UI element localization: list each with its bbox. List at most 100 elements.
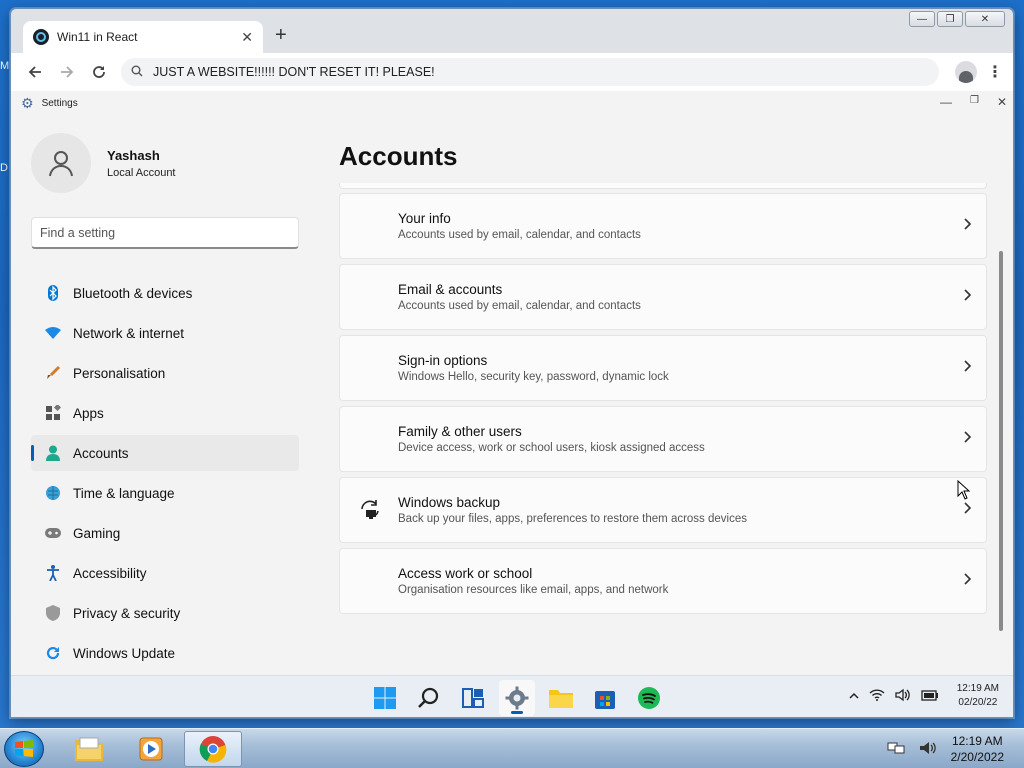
browser-tab[interactable]: Win11 in React ✕ (23, 21, 263, 53)
reload-icon (93, 66, 105, 78)
win7-start-button[interactable] (4, 731, 44, 767)
shield-icon (45, 605, 61, 621)
forward-button[interactable] (51, 58, 83, 86)
address-bar[interactable]: JUST A WEBSITE!!!!!! DON'T RESET IT! PLE… (121, 58, 939, 86)
volume-icon[interactable] (919, 740, 937, 759)
tab-favicon-icon (33, 29, 49, 45)
maximize-button[interactable]: ❐ (937, 11, 963, 27)
nav-item-label: Time & language (73, 485, 175, 501)
store-icon (595, 691, 615, 709)
wifi-icon (45, 325, 61, 341)
mouse-cursor-icon (957, 480, 971, 500)
settings-maximize-button[interactable]: ❐ (970, 95, 979, 109)
card-windows-backup[interactable]: Windows backup Back up your files, apps,… (339, 477, 987, 543)
blank-icon (356, 567, 384, 595)
nav-item-label: Network & internet (73, 325, 185, 341)
settings-minimize-button[interactable]: — (940, 95, 952, 109)
win11-date: 02/20/22 (958, 697, 998, 708)
nav-item-label: Gaming (73, 525, 121, 541)
chevron-right-icon (964, 217, 972, 235)
settings-title-bar: ⚙ Settings (11, 91, 1013, 115)
wifi-icon[interactable] (869, 688, 885, 704)
nav-item-accounts[interactable]: Accounts (31, 435, 299, 471)
chevron-up-icon[interactable] (849, 689, 859, 703)
file-explorer-button[interactable] (543, 680, 579, 716)
accessibility-icon (45, 565, 61, 581)
nav-item-time-language[interactable]: Time & language (31, 475, 299, 511)
win7-explorer-button[interactable] (60, 731, 118, 767)
windows-flag-icon (15, 740, 33, 757)
win11-clock[interactable]: 12:19 AM 02/20/22 (957, 682, 999, 710)
nav-item-accessibility[interactable]: Accessibility (31, 555, 299, 591)
list-item-partial (339, 183, 987, 189)
reload-button[interactable] (83, 58, 115, 86)
nav-item-gaming[interactable]: Gaming (31, 515, 299, 551)
card-email-accounts[interactable]: Email & accounts Accounts used by email,… (339, 264, 987, 330)
settings-nav: Bluetooth & devices Network & internet P… (31, 275, 299, 675)
nav-item-bluetooth[interactable]: Bluetooth & devices (31, 275, 299, 311)
update-icon (45, 645, 61, 661)
store-button[interactable] (587, 680, 623, 716)
blank-icon (356, 354, 384, 382)
account-type: Local Account (107, 166, 176, 179)
network-icon[interactable] (887, 740, 905, 759)
cards-scroll-area: Your info Accounts used by email, calend… (339, 183, 989, 717)
close-button[interactable]: ✕ (965, 11, 1005, 27)
spotify-button[interactable] (631, 680, 667, 716)
tab-title: Win11 in React (57, 30, 138, 44)
tab-close-icon[interactable]: ✕ (241, 29, 253, 46)
win11-time: 12:19 AM (956, 683, 999, 694)
settings-close-button[interactable]: ✕ (997, 95, 1007, 109)
widgets-button[interactable] (455, 680, 491, 716)
win7-clock[interactable]: 12:19 AM 2/20/2022 (951, 733, 1004, 765)
card-title: Windows backup (398, 495, 501, 510)
search-icon (418, 687, 439, 708)
bluetooth-icon (45, 285, 61, 301)
battery-icon[interactable] (921, 689, 939, 704)
nav-item-label: Privacy & security (73, 605, 181, 621)
profile-avatar-icon[interactable] (955, 61, 977, 83)
search-icon (131, 65, 143, 80)
win7-media-player-button[interactable] (122, 731, 180, 767)
card-description: Accounts used by email, calendar, and co… (398, 229, 641, 241)
brush-icon (45, 365, 61, 381)
start-button[interactable] (367, 680, 403, 716)
win7-time: 12:19 AM (951, 734, 1003, 748)
card-title: Access work or school (398, 566, 533, 581)
find-setting-input[interactable] (31, 217, 299, 249)
nav-item-apps[interactable]: Apps (31, 395, 299, 431)
card-title: Email & accounts (398, 282, 503, 297)
chrome-icon (199, 736, 227, 763)
nav-item-label: Windows Update (73, 645, 176, 661)
vertical-scrollbar[interactable] (999, 251, 1003, 631)
menu-kebab-icon[interactable]: ⋮ (985, 62, 1005, 82)
browser-window: — ❐ ✕ Win11 in React ✕ + JUST A WEBSITE!… (10, 8, 1014, 718)
win11-taskbar: 12:19 AM 02/20/22 (11, 675, 1013, 717)
settings-window-title: Settings (41, 97, 78, 109)
nav-item-windows-update[interactable]: Windows Update (31, 635, 299, 671)
nav-item-label: Personalisation (73, 365, 166, 381)
win7-chrome-button[interactable] (184, 731, 242, 767)
card-family-other-users[interactable]: Family & other users Device access, work… (339, 406, 987, 472)
back-button[interactable] (19, 58, 51, 86)
volume-icon[interactable] (895, 688, 911, 705)
new-tab-button[interactable]: + (275, 25, 287, 45)
folder-icon (75, 737, 103, 761)
widgets-icon (462, 688, 484, 708)
settings-app-button[interactable] (499, 680, 535, 716)
card-sign-in-options[interactable]: Sign-in options Windows Hello, security … (339, 335, 987, 401)
nav-item-personalisation[interactable]: Personalisation (31, 355, 299, 391)
settings-window-controls: — ❐ ✕ (940, 95, 1007, 109)
minimize-button[interactable]: — (909, 11, 935, 27)
card-description: Organisation resources like email, apps,… (398, 584, 669, 596)
browser-toolbar: JUST A WEBSITE!!!!!! DON'T RESET IT! PLE… (11, 53, 1013, 91)
user-name: Yashash (107, 147, 160, 163)
nav-item-network[interactable]: Network & internet (31, 315, 299, 351)
card-access-work-school[interactable]: Access work or school Organisation resou… (339, 548, 987, 614)
search-button[interactable] (411, 680, 447, 716)
globe-clock-icon (45, 485, 61, 501)
nav-item-privacy[interactable]: Privacy & security (31, 595, 299, 631)
windows-logo-icon (374, 687, 396, 709)
user-profile[interactable]: Yashash Local Account (31, 133, 176, 193)
card-your-info[interactable]: Your info Accounts used by email, calend… (339, 193, 987, 259)
